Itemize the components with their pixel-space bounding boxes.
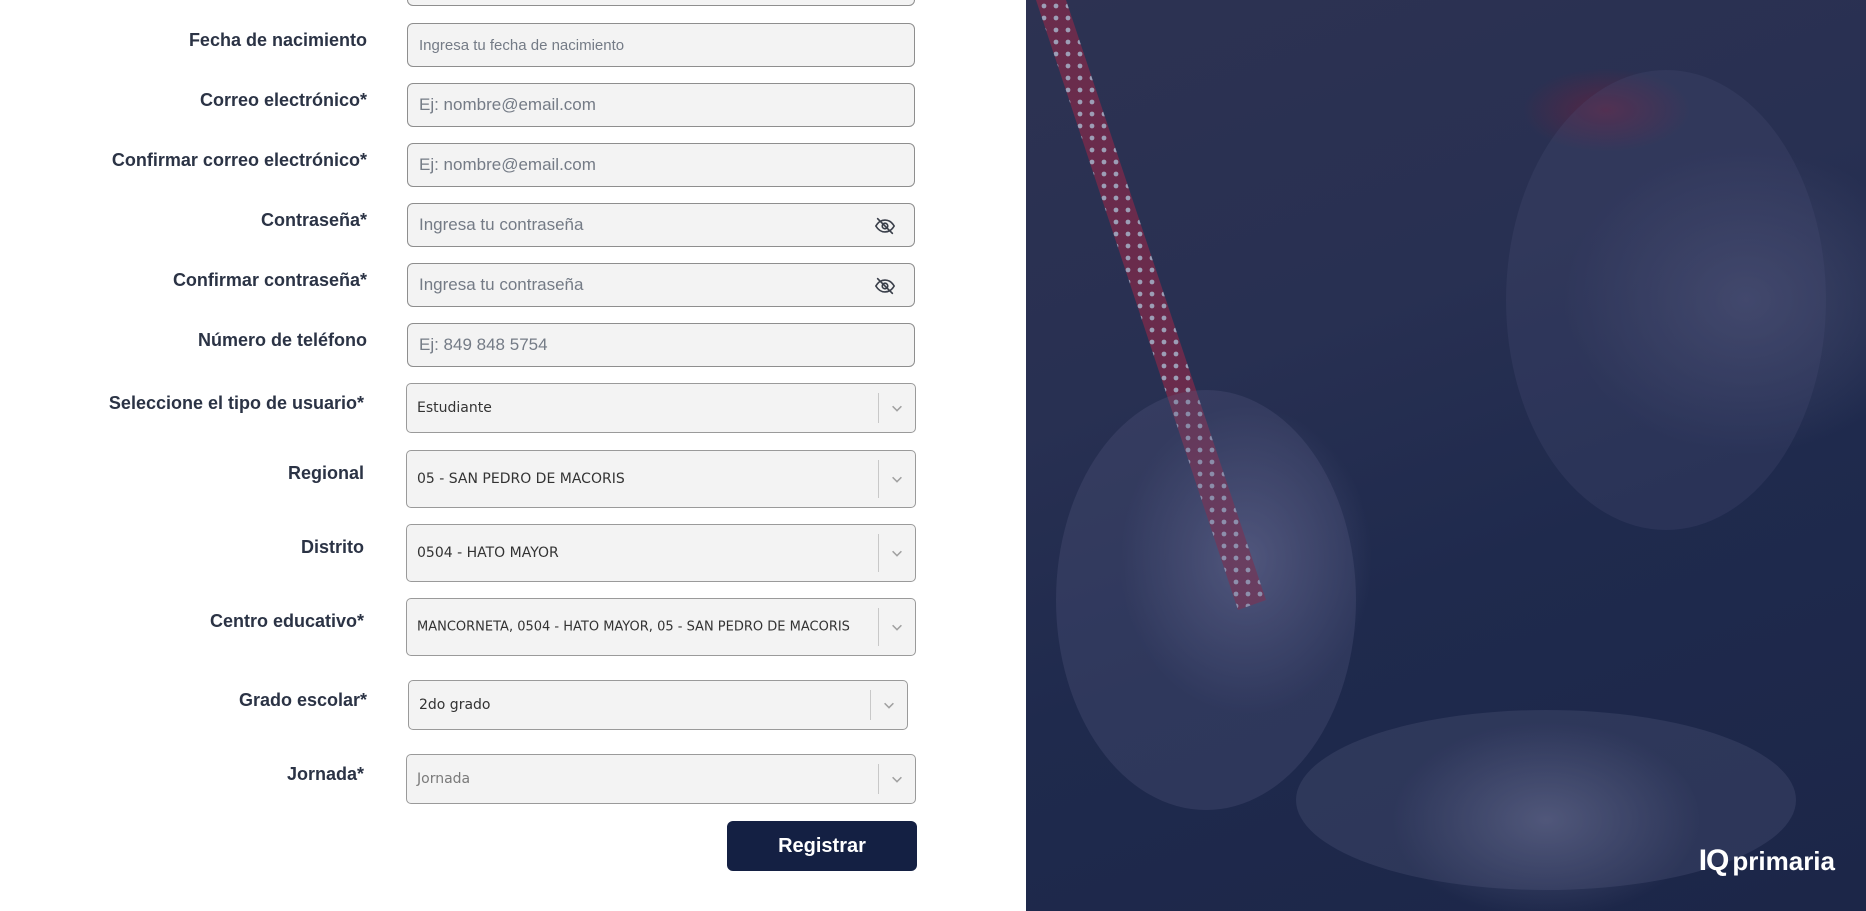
select-separator (878, 393, 879, 423)
chevron-down-icon[interactable] (890, 772, 904, 786)
regional-value: 05 - SAN PEDRO DE MACORIS (417, 471, 625, 487)
shift-select[interactable]: Jornada (406, 754, 916, 804)
select-separator (878, 764, 879, 794)
regional-select[interactable]: 05 - SAN PEDRO DE MACORIS (406, 450, 916, 508)
district-value: 0504 - HATO MAYOR (417, 545, 559, 561)
email-field[interactable] (407, 83, 915, 127)
grade-select[interactable]: 2do grado (408, 680, 908, 730)
email-label: Correo electrónico* (199, 90, 367, 110)
grade-value: 2do grado (419, 697, 491, 713)
school-label: Centro educativo* (209, 611, 364, 631)
registration-form: Fecha de nacimiento Correo electrónico* … (0, 0, 1026, 911)
shift-placeholder: Jornada (417, 771, 471, 787)
password-field[interactable] (407, 203, 915, 247)
iq-primaria-logo: IQ primaria (1699, 844, 1835, 878)
confirm-password-label: Confirmar contraseña* (172, 270, 367, 290)
eye-off-icon[interactable] (874, 275, 896, 297)
select-separator (870, 690, 871, 720)
chevron-down-icon[interactable] (882, 698, 896, 712)
password-input[interactable] (408, 204, 914, 246)
register-button[interactable]: Registrar (727, 821, 917, 871)
password-label: Contraseña* (260, 210, 367, 230)
school-value: MANCORNETA, 0504 - HATO MAYOR, 05 - SAN … (417, 619, 850, 635)
phone-field[interactable] (407, 323, 915, 367)
chevron-down-icon[interactable] (890, 401, 904, 415)
select-separator (878, 534, 879, 572)
confirm-email-input[interactable] (408, 144, 914, 186)
grade-label: Grado escolar* (238, 690, 367, 710)
shift-label: Jornada* (286, 764, 364, 784)
regional-label: Regional (287, 463, 364, 483)
hero-image: IQ primaria (1026, 0, 1866, 911)
phone-label: Número de teléfono (197, 330, 367, 350)
confirm-email-label: Confirmar correo electrónico* (111, 150, 367, 170)
previous-field[interactable] (407, 0, 915, 6)
birthdate-input[interactable] (408, 24, 914, 66)
email-input[interactable] (408, 84, 914, 126)
confirm-email-field[interactable] (407, 143, 915, 187)
logo-mark: IQ (1698, 844, 1730, 877)
logo-text: primaria (1732, 845, 1835, 876)
confirm-password-input[interactable] (408, 264, 914, 306)
school-select[interactable]: MANCORNETA, 0504 - HATO MAYOR, 05 - SAN … (406, 598, 916, 656)
user-type-value: Estudiante (417, 400, 492, 416)
district-select[interactable]: 0504 - HATO MAYOR (406, 524, 916, 582)
phone-input[interactable] (408, 324, 914, 366)
chevron-down-icon[interactable] (890, 472, 904, 486)
chevron-down-icon[interactable] (890, 546, 904, 560)
district-label: Distrito (301, 537, 364, 557)
select-separator (878, 608, 879, 646)
user-type-label: Seleccione el tipo de usuario* (108, 393, 364, 413)
user-type-select[interactable]: Estudiante (406, 383, 916, 433)
confirm-password-field[interactable] (407, 263, 915, 307)
pencil-illustration (1036, 0, 1826, 890)
eye-off-icon[interactable] (874, 215, 896, 237)
select-separator (878, 460, 879, 498)
birthdate-field[interactable] (407, 23, 915, 67)
chevron-down-icon[interactable] (890, 620, 904, 634)
birthdate-label: Fecha de nacimiento (188, 30, 367, 50)
